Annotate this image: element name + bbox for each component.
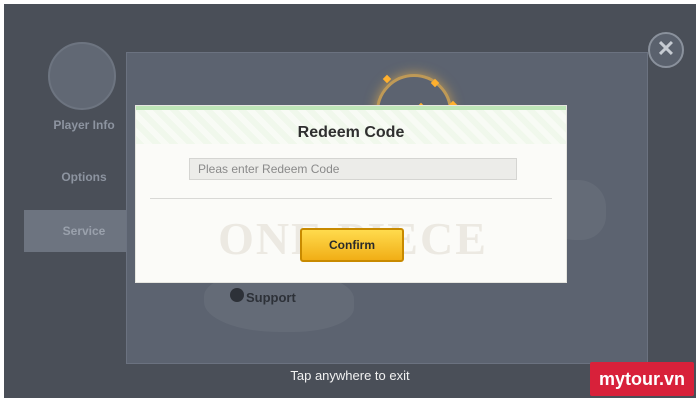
player-avatar xyxy=(48,42,116,110)
brand-watermark: mytour.vn xyxy=(590,362,694,396)
close-button[interactable]: ✕ xyxy=(648,32,684,68)
redeem-code-dialog: Redeem Code ONE PIECE Confirm xyxy=(136,106,566,282)
confirm-button[interactable]: Confirm xyxy=(300,228,404,262)
dialog-title: Redeem Code xyxy=(297,124,405,141)
redeem-code-input[interactable] xyxy=(189,158,517,180)
support-icon xyxy=(230,288,244,302)
close-icon: ✕ xyxy=(656,36,676,61)
support-label: Support xyxy=(246,290,296,305)
divider xyxy=(150,198,552,199)
game-screen[interactable]: Player Info Options Service Support ✕ Re… xyxy=(4,4,696,398)
